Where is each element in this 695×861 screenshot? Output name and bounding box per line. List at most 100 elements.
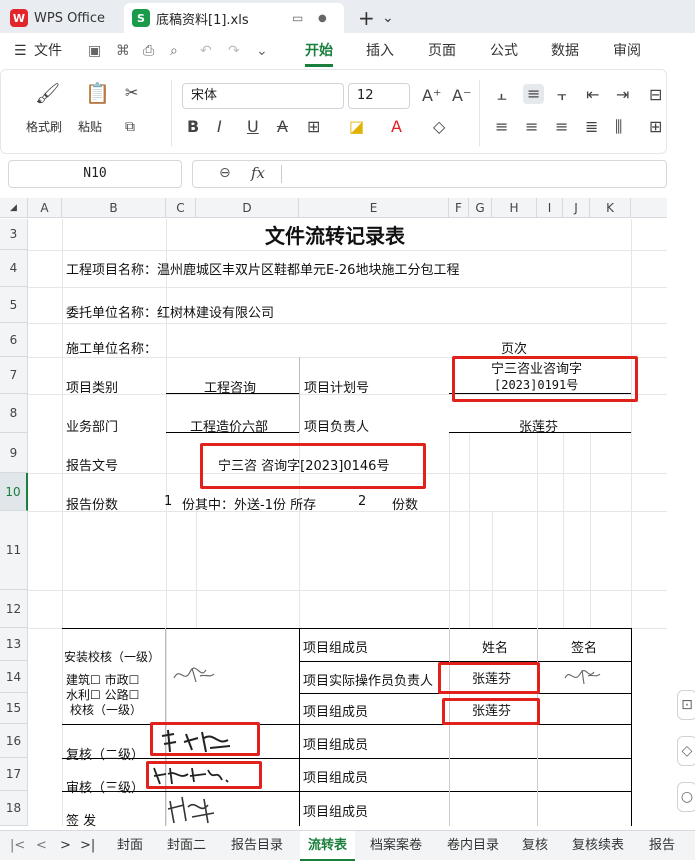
review2-label-cell[interactable]: 复核（二级） [66,744,144,763]
member-cell-17[interactable]: 项目组成员 [303,767,368,786]
print-icon[interactable]: ⎙ [143,33,154,69]
underline-icon[interactable]: U [247,118,259,136]
copies-unit-cell[interactable]: 份数 [392,494,418,513]
menu-home[interactable]: 开始 [305,33,333,67]
col-header-b[interactable]: B [62,198,166,218]
fill-color-icon[interactable]: ◪ [349,118,364,136]
row-header-12[interactable]: 12 [0,590,28,628]
row-header-3[interactable]: 3 [0,219,28,250]
col-header-g[interactable]: G [469,198,492,218]
tab-dropdown-button[interactable]: ⌄ [374,3,402,33]
col-header-k[interactable]: K [590,198,631,218]
name-box[interactable]: N10 [8,160,182,188]
sign-label-cell[interactable]: 签 发 [66,810,96,829]
print-preview-icon[interactable]: ⌕ [170,33,178,69]
align-left-icon[interactable]: ≡ [495,118,508,136]
col-header-f[interactable]: F [449,198,469,218]
paste-icon[interactable]: 📋 [85,83,110,103]
sheet-tab-archive[interactable]: 档案案卷 [370,831,422,861]
report-no-label-cell[interactable]: 报告文号 [66,455,118,474]
project-name-cell[interactable]: 工程项目名称：温州鹿城区丰双片区鞋都单元E-26地块施工分包工程 [66,259,459,278]
decrease-font-icon[interactable]: A⁻ [452,87,471,105]
row-header-10[interactable]: 10 [0,473,28,511]
menu-page[interactable]: 页面 [428,33,456,69]
italic-icon[interactable]: I [217,118,222,136]
copies-n-cell[interactable]: 1 [164,494,172,509]
sheet-tab-contents[interactable]: 卷内目录 [447,831,499,861]
sheet-tab-flow[interactable]: 流转表 [300,831,356,861]
category-value-cell[interactable]: 工程咨询 [204,377,256,396]
wrap-icon[interactable]: ⊟ [649,86,662,104]
sheet-title[interactable]: 文件流转记录表 [265,220,405,249]
member-cell-15[interactable]: 项目组成员 [303,701,368,720]
row-header-4[interactable]: 4 [0,250,28,287]
align-top-icon[interactable]: ⫠ [497,86,507,104]
align-bottom-icon[interactable]: ⫟ [557,86,567,104]
leader-value-cell[interactable]: 张莲芬 [519,416,558,435]
sheet-tab-review-cont[interactable]: 复核续表 [572,831,624,861]
sheet-tab-report[interactable]: 报告 [649,831,675,861]
side-tool-1-icon[interactable]: ⊡ [677,690,695,720]
row-header-9[interactable]: 9 [0,433,28,473]
check1-label2-cell[interactable]: 校核（一级） [70,701,142,718]
sheet-tab-cover2[interactable]: 封面二 [167,831,206,861]
bold-icon[interactable]: B [187,118,199,136]
paste-label[interactable]: 粘贴 [78,118,102,135]
row-header-14[interactable]: 14 [0,661,28,693]
menu-insert[interactable]: 插入 [366,33,394,69]
redo-icon[interactable]: ↷ [228,33,240,69]
operator-cell[interactable]: 项目实际操作员负责人 [303,670,433,689]
copy-icon[interactable]: ⧉ [125,118,135,136]
menu-icon[interactable]: ☰ [14,33,27,69]
save-icon[interactable]: ▣ [88,33,101,69]
col-header-e[interactable]: E [299,198,449,218]
first-sheet-icon[interactable]: |< [10,831,25,861]
row-header-13[interactable]: 13 [0,628,28,661]
row-header-15[interactable]: 15 [0,693,28,724]
side-tool-2-icon[interactable]: ◇ [677,736,695,766]
member-cell-16[interactable]: 项目组成员 [303,734,368,753]
select-all-corner[interactable]: ◢ [0,198,28,218]
align-middle-icon[interactable]: ≡ [523,84,545,104]
indent-decrease-icon[interactable]: ⇤ [586,86,599,104]
menu-formula[interactable]: 公式 [490,33,518,69]
fx-icon[interactable]: fx [251,164,265,182]
copies-label-cell[interactable]: 报告份数 [66,494,118,513]
next-sheet-icon[interactable]: > [60,831,71,861]
window-icon[interactable]: ▭ [292,11,303,25]
font-name-select[interactable]: 宋体 [182,83,344,109]
row-header-17[interactable]: 17 [0,758,28,791]
font-color-icon[interactable]: A [391,118,402,136]
merge-icon[interactable]: ⊞ [649,118,662,136]
client-cell[interactable]: 委托单位名称：红树林建设有限公司 [66,302,274,321]
tab-file[interactable]: S 底稿资料[1].xls ▭ ● [124,3,344,33]
menu-data[interactable]: 数据 [551,33,579,69]
font-size-select[interactable]: 12 [348,83,410,109]
formula-input[interactable]: ⊖ fx [192,160,667,188]
copies-kept-cell[interactable]: 2 [358,494,366,509]
dept-value-cell[interactable]: 工程造价六部 [190,416,268,435]
clear-icon[interactable]: ◇ [433,118,445,136]
zoom-icon[interactable]: ⊖ [219,165,231,181]
col-header-d[interactable]: D [196,198,299,218]
sign-header-cell[interactable]: 签名 [571,637,597,656]
row-header-18[interactable]: 18 [0,791,28,826]
format-painter-label[interactable]: 格式刷 [26,118,62,135]
menu-review[interactable]: 审阅 [613,33,641,69]
align-right-icon[interactable]: ≡ [555,118,568,136]
row-header-5[interactable]: 5 [0,287,28,323]
dept-label-cell[interactable]: 业务部门 [66,416,118,435]
distributed-icon[interactable]: ⫼ [615,118,622,136]
col-header-c[interactable]: C [166,198,196,218]
row-header-16[interactable]: 16 [0,724,28,758]
prev-sheet-icon[interactable]: < [36,831,47,861]
dot-icon[interactable]: ● [318,13,327,24]
row-header-6[interactable]: 6 [0,323,28,357]
col-header-i[interactable]: I [537,198,563,218]
sheet-tab-review[interactable]: 复核 [522,831,548,861]
justify-icon[interactable]: ≣ [585,118,598,136]
row-header-7[interactable]: 7 [0,357,28,394]
indent-increase-icon[interactable]: ⇥ [616,86,629,104]
member-cell-18[interactable]: 项目组成员 [303,801,368,820]
name-header-cell[interactable]: 姓名 [482,637,508,656]
